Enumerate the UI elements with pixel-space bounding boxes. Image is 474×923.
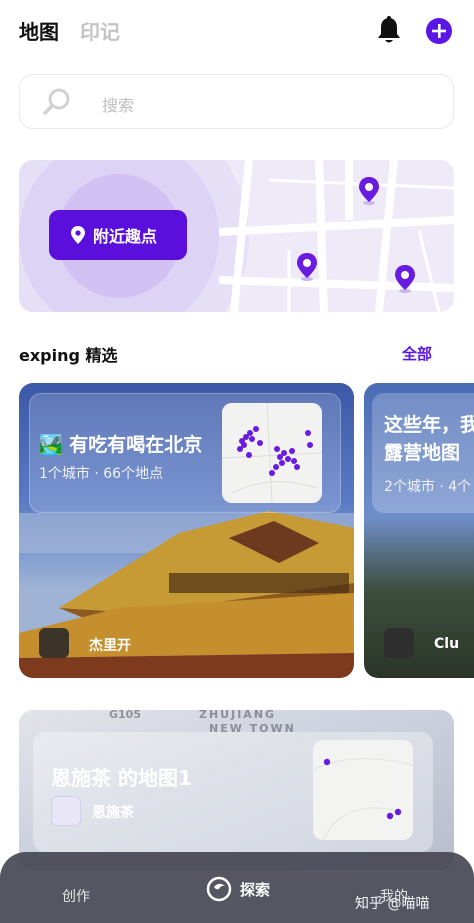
plus-icon <box>432 24 446 38</box>
landscape-emoji-icon: 🏞️ <box>39 434 63 456</box>
author-name: 杰里开 <box>89 638 131 654</box>
card-meta: 1个城市 · 66个地点 <box>39 466 164 482</box>
card-title: 这些年，我 露营地图 <box>384 411 474 467</box>
mini-map <box>222 403 322 503</box>
tab-imprint[interactable]: 印记 <box>80 16 120 45</box>
mini-map <box>312 740 414 841</box>
author-name: Clu <box>434 636 460 652</box>
map-pin-icon <box>359 177 379 205</box>
explore-icon <box>206 876 232 902</box>
nearby-points-button[interactable]: 附近趣点 <box>49 210 187 260</box>
nav-explore[interactable]: 探索 <box>206 876 270 902</box>
search-placeholder: 搜索 <box>102 96 135 115</box>
card-title: 🏞️ 有吃有喝在北京 <box>39 430 202 457</box>
watermark-text: 知乎 @喵喵 <box>355 896 430 912</box>
user-name: 恩施茶 <box>92 805 134 821</box>
nav-create[interactable]: 创作 <box>62 886 90 906</box>
add-button[interactable] <box>426 18 452 44</box>
nearby-map-card[interactable]: 附近趣点 <box>19 160 454 312</box>
section-title: exping 精选 <box>19 346 118 365</box>
mini-map-pins <box>312 758 414 841</box>
tab-map[interactable]: 地图 <box>19 16 59 45</box>
location-pin-icon <box>71 226 85 244</box>
nearby-points-label: 附近趣点 <box>93 227 158 246</box>
card-title-line: 露营地图 <box>384 442 461 464</box>
card-title: 恩施茶 的地图1 <box>51 766 192 790</box>
mini-map-pins <box>222 403 322 503</box>
card-meta: 2个城市 · 4个 <box>384 479 472 495</box>
top-header: 地图 印记 <box>0 0 474 62</box>
featured-card[interactable]: 这些年，我 露营地图 2个城市 · 4个 Clu <box>364 383 474 678</box>
view-all-link[interactable]: 全部 <box>402 343 432 364</box>
search-icon <box>43 88 70 115</box>
author-avatar <box>39 628 69 658</box>
map-pin-icon <box>297 253 317 281</box>
nav-explore-label: 探索 <box>240 880 271 899</box>
user-avatar <box>51 796 81 826</box>
map-road-code: G105 <box>109 710 141 721</box>
user-map-card[interactable]: G105 ZHUJIANG NEW TOWN 恩施茶 的地图1 恩施茶 <box>19 710 454 870</box>
bell-icon[interactable] <box>376 16 402 44</box>
map-pin-icon <box>395 265 415 293</box>
featured-card[interactable]: 🏞️ 有吃有喝在北京 1个城市 · 66个地点 杰里开 <box>19 383 354 678</box>
card-title-line: 这些年，我 <box>384 414 474 436</box>
map-district-label: ZHUJIANG <box>199 710 277 721</box>
author-avatar <box>384 628 414 658</box>
card-title-text: 有吃有喝在北京 <box>69 434 203 456</box>
search-input[interactable]: 搜索 <box>19 74 454 129</box>
